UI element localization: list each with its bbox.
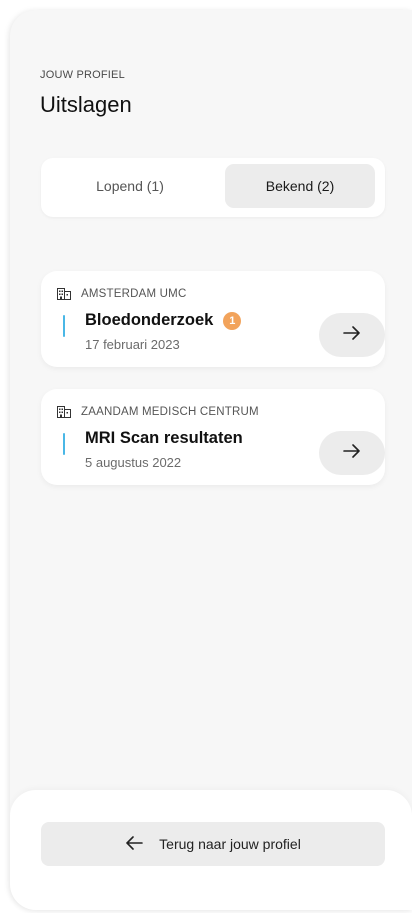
result-card[interactable]: ZAANDAM MEDISCH CENTRUM MRI Scan resulta…: [41, 389, 385, 485]
organization-row: ZAANDAM MEDISCH CENTRUM: [57, 406, 259, 418]
tab-lopend[interactable]: Lopend (1): [55, 164, 205, 208]
result-title-row: Bloedonderzoek 1: [85, 311, 242, 330]
open-result-button[interactable]: [319, 431, 385, 475]
result-title: Bloedonderzoek: [85, 311, 214, 329]
result-title-row: MRI Scan resultaten: [85, 429, 243, 448]
back-to-profile-label: Terug naar jouw profiel: [159, 836, 301, 852]
screen: JOUW PROFIEL Uitslagen Lopend (1) Bekend…: [10, 10, 412, 910]
result-title: MRI Scan resultaten: [85, 429, 243, 447]
result-date: 17 februari 2023: [85, 337, 180, 352]
result-card[interactable]: AMSTERDAM UMC Bloedonderzoek 1 17 februa…: [41, 271, 385, 367]
page-eyebrow: JOUW PROFIEL: [40, 69, 125, 81]
accent-bar: [63, 433, 65, 455]
tab-bekend[interactable]: Bekend (2): [225, 164, 375, 208]
result-date: 5 augustus 2022: [85, 455, 182, 470]
organization-row: AMSTERDAM UMC: [57, 288, 186, 300]
arrow-left-icon: [125, 835, 143, 853]
accent-bar: [63, 315, 65, 337]
open-result-button[interactable]: [319, 313, 385, 357]
arrow-right-icon: [343, 443, 361, 463]
arrow-right-icon: [343, 325, 361, 345]
page-title: Uitslagen: [40, 92, 132, 117]
building-icon: [57, 288, 71, 300]
organization-name: AMSTERDAM UMC: [81, 288, 187, 300]
back-to-profile-button[interactable]: Terug naar jouw profiel: [41, 822, 385, 866]
results-tab-switch: Lopend (1) Bekend (2): [41, 158, 385, 217]
notification-badge: 1: [223, 311, 242, 330]
organization-name: ZAANDAM MEDISCH CENTRUM: [81, 406, 259, 418]
footer-panel: Terug naar jouw profiel: [10, 790, 412, 910]
building-icon: [57, 406, 71, 418]
